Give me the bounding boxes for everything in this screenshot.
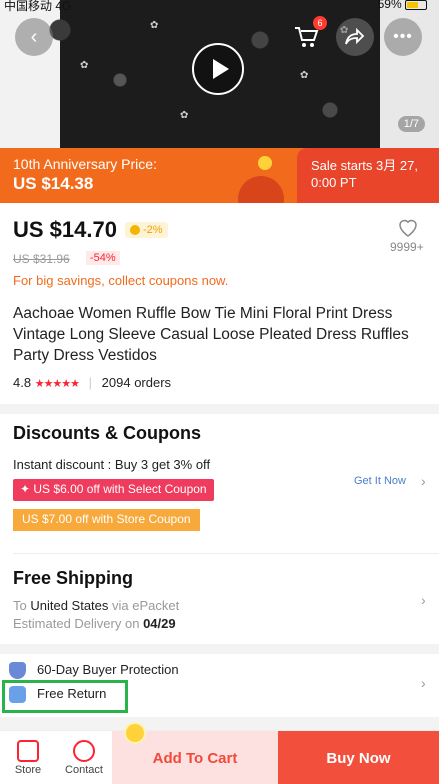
more-button[interactable]: ••• — [384, 18, 422, 56]
battery-label: 59% — [378, 0, 427, 11]
cart-button[interactable]: 6 — [287, 16, 327, 56]
cart-count-badge: 6 — [313, 16, 327, 30]
product-title: Aachoae Women Ruffle Bow Tie Mini Floral… — [13, 305, 409, 364]
sparkle-icon — [124, 722, 146, 744]
store-icon — [17, 740, 39, 762]
decor-blob — [238, 176, 284, 203]
chevron-right-icon[interactable]: › — [421, 473, 426, 489]
image-pager: 1/7 — [397, 116, 425, 132]
original-price: US $31.96 — [13, 252, 70, 266]
coin-icon — [130, 225, 140, 236]
section-divider — [0, 404, 439, 414]
wishlist-heart-icon[interactable] — [396, 215, 420, 239]
shipping-destination[interactable]: To United States via ePacket — [13, 598, 179, 613]
chevron-left-icon: ‹ — [30, 25, 38, 48]
anniversary-price: US $14.38 — [13, 174, 94, 193]
anniversary-label: 10th Anniversary Price: — [13, 156, 157, 172]
current-price: US $14.70 — [13, 217, 117, 242]
product-image[interactable]: ✿ ✿ ✿ ✿ ✿ 中国移动 4G 59% ‹ 6 ••• 1/7 — [0, 0, 439, 148]
status-bar: 中国移动 4G 59% — [0, 0, 439, 13]
chevron-right-icon[interactable]: › — [421, 675, 426, 691]
battery-icon — [405, 0, 427, 10]
estimated-delivery: Estimated Delivery on 04/29 — [13, 616, 176, 631]
share-button[interactable] — [336, 18, 374, 56]
star-icon: ★★★★★ — [34, 378, 80, 390]
contact-tab[interactable]: Contact — [56, 731, 112, 784]
rating-value: 4.8 — [13, 375, 32, 390]
bottom-action-bar: Store Contact Add To Cart Buy Now — [0, 730, 439, 784]
wishlist-count: 9999+ — [390, 240, 424, 254]
discount-badge: -54% — [86, 251, 120, 265]
carrier-label: 中国移动 4G — [4, 0, 72, 13]
buyer-protection-row[interactable]: 60-Day Buyer Protection — [9, 662, 179, 680]
select-coupon-badge[interactable]: ✦ US $6.00 off with Select Coupon — [13, 479, 214, 501]
chat-icon — [73, 740, 95, 762]
get-it-now-link[interactable]: Get It Now — [354, 475, 406, 487]
store-coupon-badge[interactable]: US $7.00 off with Store Coupon — [13, 509, 200, 531]
section-divider — [13, 553, 439, 554]
store-tab[interactable]: Store — [0, 731, 56, 784]
anniversary-banner: 10th Anniversary Price: US $14.38 Sale s… — [0, 148, 439, 203]
coupon-promo-link[interactable]: For big savings, collect coupons now. — [13, 273, 228, 288]
play-video-button[interactable] — [192, 43, 244, 95]
share-icon — [345, 28, 365, 45]
discounts-heading: Discounts & Coupons — [13, 423, 201, 443]
orders-count: 2094 orders — [101, 375, 172, 390]
instant-discount-text: Instant discount : Buy 3 get 3% off — [13, 457, 211, 472]
section-divider — [0, 717, 439, 730]
decor-dot — [258, 156, 272, 170]
shield-icon — [9, 662, 26, 680]
coin-discount-badge: -2% — [125, 222, 168, 238]
buy-now-button[interactable]: Buy Now — [278, 731, 439, 784]
shipping-heading: Free Shipping — [13, 568, 134, 588]
chevron-right-icon[interactable]: › — [421, 592, 426, 608]
section-divider — [0, 644, 439, 654]
back-button[interactable]: ‹ — [15, 18, 53, 56]
more-icon: ••• — [393, 28, 413, 45]
highlight-box — [2, 680, 128, 713]
sale-start-text: Sale starts 3月 27, 0:00 PT — [297, 148, 439, 203]
rating-row[interactable]: 4.8 ★★★★★ | 2094 orders — [13, 375, 171, 390]
